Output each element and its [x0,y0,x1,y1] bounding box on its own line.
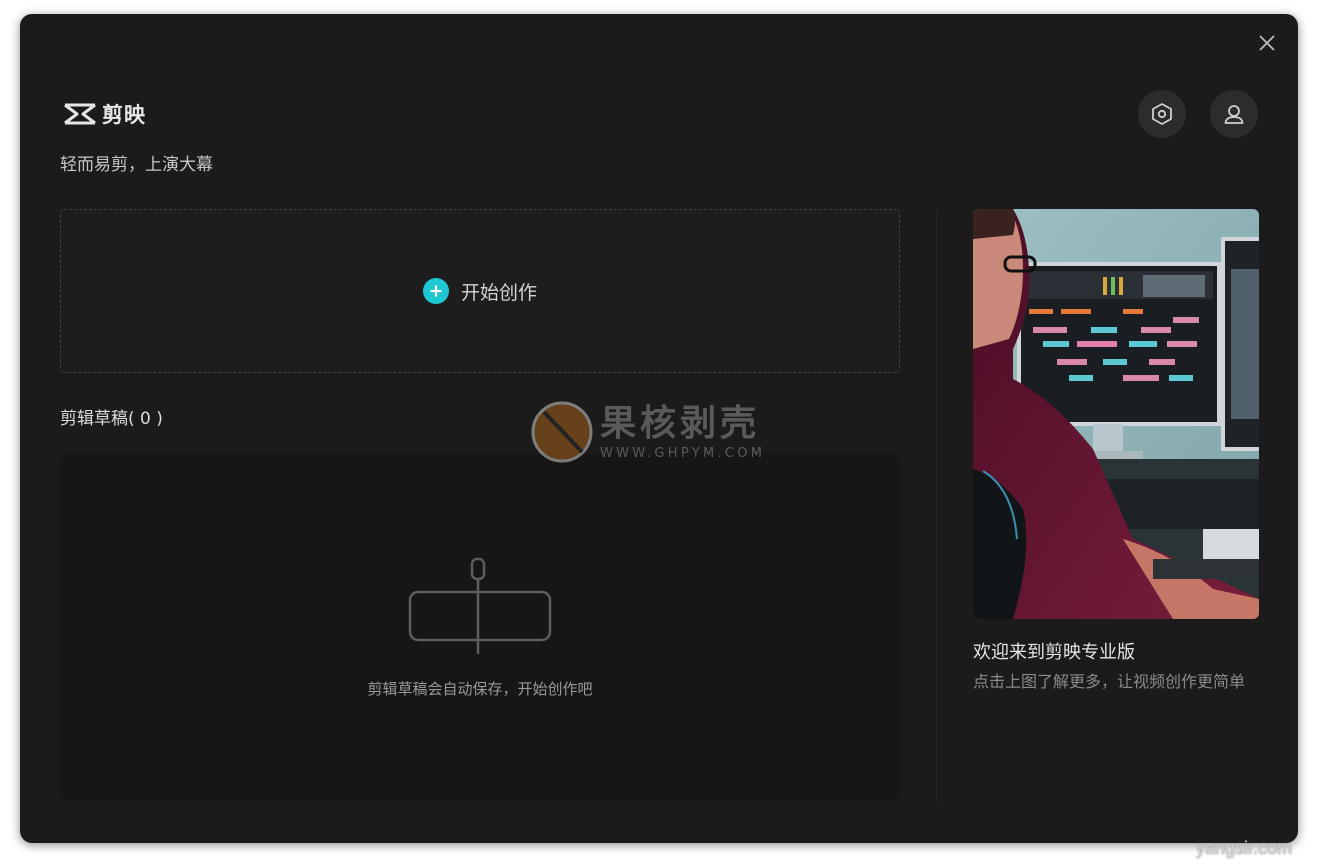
hexagon-settings-icon [1152,103,1172,125]
empty-drafts-illustration-icon [408,557,552,654]
plus-circle-icon [422,278,449,304]
promo-image[interactable] [973,209,1259,619]
watermark-en: WWW.GHPYM.COM [600,445,766,461]
watermark: 果核剥壳 WWW.GHPYM.COM [530,400,765,464]
slogan: 轻而易剪，上演大幕 [60,155,213,175]
promo-title: 欢迎来到剪映专业版 [973,642,1135,663]
watermark-text: 果核剥壳 WWW.GHPYM.COM [600,402,766,461]
drafts-panel: 剪辑草稿会自动保存，开始创作吧 [60,454,900,801]
app-name: 剪映 [102,103,146,127]
empty-drafts-message: 剪辑草稿会自动保存，开始创作吧 [367,680,593,698]
promo-illustration [973,209,1259,619]
account-button[interactable] [1210,90,1258,138]
user-icon [1224,105,1244,124]
app-window: 剪映 轻而易剪，上演大幕 开始创作 剪辑草稿( 0 ) 剪辑草稿会自动保存，开始… [20,14,1298,843]
start-creation-content: 开始创作 [422,278,537,305]
close-icon [1259,35,1275,51]
column-divider [936,209,937,803]
site-credit: yangsir.com [1196,838,1293,858]
app-logo: 剪映 [62,98,146,130]
close-button[interactable] [1254,30,1280,56]
drafts-section-title: 剪辑草稿( 0 ) [60,409,163,429]
settings-button[interactable] [1138,90,1186,138]
capcut-logo-icon [64,103,96,125]
watermark-logo-icon [531,401,593,463]
promo-description: 点击上图了解更多，让视频创作更简单 [973,672,1246,691]
start-creation-label: 开始创作 [460,281,537,304]
start-creation-button[interactable]: 开始创作 [60,209,900,373]
watermark-cn: 果核剥壳 [600,402,761,444]
